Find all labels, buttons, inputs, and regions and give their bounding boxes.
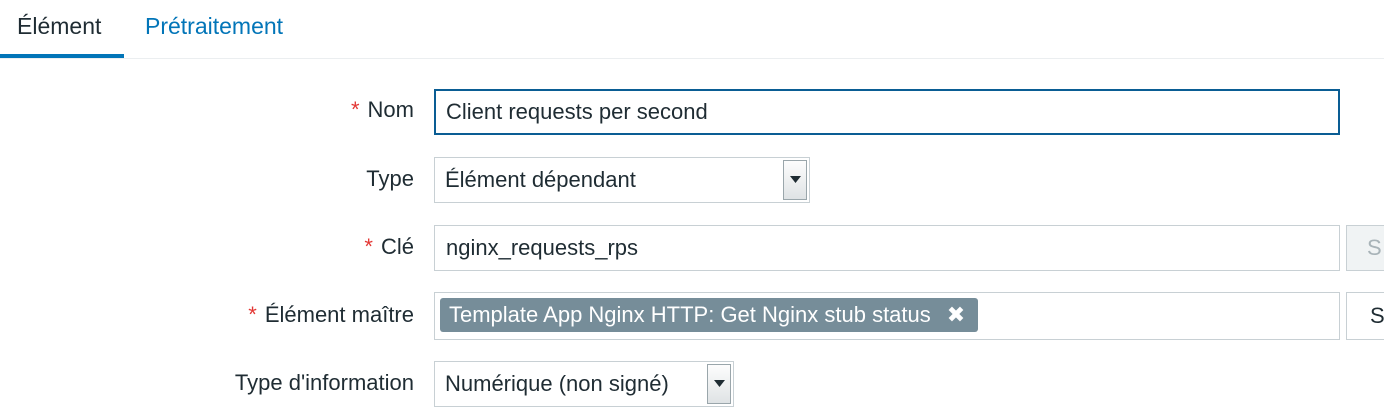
remove-icon[interactable]: ✖	[947, 298, 965, 332]
info-type-select-value: Numérique (non signé)	[445, 371, 669, 396]
type-label: Type	[366, 166, 414, 192]
required-marker: *	[350, 97, 360, 122]
type-select[interactable]: Élément dépendant	[434, 157, 810, 203]
type-label-text: Type	[366, 166, 414, 191]
required-marker: *	[248, 302, 257, 327]
info-type-select[interactable]: Numérique (non signé)	[434, 361, 734, 407]
tab-preprocessing[interactable]: Prétraitement	[128, 0, 300, 58]
master-item-label-text: Élément maître	[264, 302, 414, 327]
master-item-multiselect[interactable]: Template App Nginx HTTP: Get Nginx stub …	[434, 292, 1340, 340]
tab-element[interactable]: Élément	[0, 0, 124, 58]
info-type-dropdown-arrow[interactable]	[707, 364, 731, 404]
info-type-label-text: Type d'information	[234, 370, 414, 395]
type-dropdown-arrow[interactable]	[783, 160, 807, 200]
info-type-label: Type d'information	[235, 370, 414, 396]
master-item-select-button[interactable]: S	[1346, 292, 1384, 340]
master-item-token: Template App Nginx HTTP: Get Nginx stub …	[440, 298, 979, 332]
master-item-label: * Élément maître	[248, 302, 414, 328]
name-input[interactable]	[434, 89, 1340, 135]
name-label: * Nom	[351, 97, 414, 123]
key-select-button[interactable]: S	[1346, 225, 1384, 271]
tab-bar: Élément Prétraitement	[0, 0, 1384, 59]
key-label: * Clé	[364, 234, 414, 260]
chevron-down-icon	[790, 176, 801, 183]
chevron-down-icon	[714, 380, 725, 387]
required-marker: *	[364, 234, 373, 259]
name-label-text: Nom	[367, 97, 414, 122]
master-item-token-text: Template App Nginx HTTP: Get Nginx stub …	[449, 302, 931, 327]
key-input[interactable]	[434, 225, 1340, 271]
type-select-value: Élément dépendant	[445, 167, 636, 192]
key-label-text: Clé	[380, 234, 414, 259]
